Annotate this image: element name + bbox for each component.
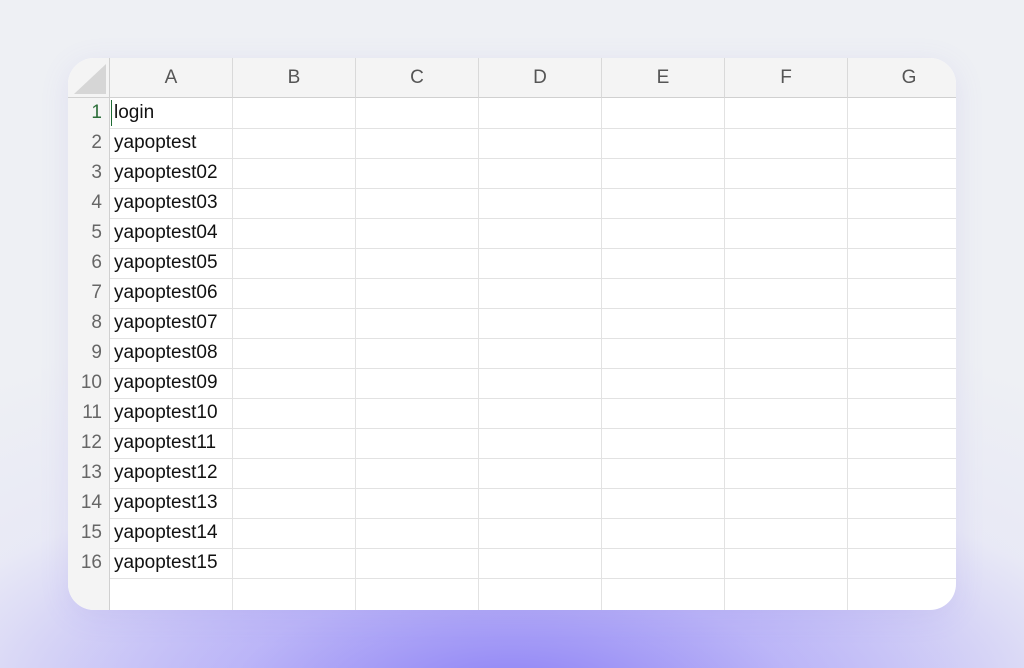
cell-a5[interactable]: yapoptest04: [110, 218, 233, 248]
text-cursor: [111, 100, 112, 126]
row-header-1[interactable]: 1: [68, 98, 110, 128]
grid-line: [601, 98, 602, 610]
cell-a12[interactable]: yapoptest11: [110, 428, 233, 458]
grid-line: [110, 428, 956, 429]
row-header-6[interactable]: 6: [68, 248, 110, 278]
grid-line: [110, 548, 956, 549]
grid-line: [110, 368, 956, 369]
column-header-f[interactable]: F: [725, 58, 848, 98]
column-header-c[interactable]: C: [356, 58, 479, 98]
grid-line: [110, 518, 956, 519]
row-header-9[interactable]: 9: [68, 338, 110, 368]
cell-a10[interactable]: yapoptest09: [110, 368, 233, 398]
grid-line: [110, 128, 956, 129]
row-header-7[interactable]: 7: [68, 278, 110, 308]
grid-line: [110, 218, 956, 219]
cell-a15[interactable]: yapoptest14: [110, 518, 233, 548]
row-header-16[interactable]: 16: [68, 548, 110, 578]
grid-line: [110, 308, 956, 309]
grid-line: [110, 578, 956, 579]
row-header-4[interactable]: 4: [68, 188, 110, 218]
cell-a16[interactable]: yapoptest15: [110, 548, 233, 578]
row-header-5[interactable]: 5: [68, 218, 110, 248]
grid-line: [724, 98, 725, 610]
grid-line: [847, 98, 848, 610]
grid-line: [110, 458, 956, 459]
column-header-e[interactable]: E: [602, 58, 725, 98]
row-header-12[interactable]: 12: [68, 428, 110, 458]
cell-a9[interactable]: yapoptest08: [110, 338, 233, 368]
row-header-2[interactable]: 2: [68, 128, 110, 158]
grid-line: [110, 278, 956, 279]
row-header-11[interactable]: 11: [68, 398, 110, 428]
row-header-15[interactable]: 15: [68, 518, 110, 548]
row-header-13[interactable]: 13: [68, 458, 110, 488]
cell-a4[interactable]: yapoptest03: [110, 188, 233, 218]
grid-line: [478, 98, 479, 610]
select-all-corner[interactable]: [68, 58, 110, 98]
row-header-10[interactable]: 10: [68, 368, 110, 398]
cell-a8[interactable]: yapoptest07: [110, 308, 233, 338]
row-header-8[interactable]: 8: [68, 308, 110, 338]
column-header-g[interactable]: G: [848, 58, 956, 98]
cell-a14[interactable]: yapoptest13: [110, 488, 233, 518]
cell-a3[interactable]: yapoptest02: [110, 158, 233, 188]
cell-a2[interactable]: yapoptest: [110, 128, 233, 158]
grid-line: [110, 188, 956, 189]
cell-a7[interactable]: yapoptest06: [110, 278, 233, 308]
column-header-a[interactable]: A: [110, 58, 233, 98]
cell-a6[interactable]: yapoptest05: [110, 248, 233, 278]
cell-a1[interactable]: login: [110, 98, 233, 128]
row-header-3[interactable]: 3: [68, 158, 110, 188]
grid-line: [110, 248, 956, 249]
select-all-triangle-icon: [74, 64, 106, 94]
grid-line: [355, 98, 356, 610]
grid-line: [110, 488, 956, 489]
cell-a11[interactable]: yapoptest10: [110, 398, 233, 428]
row-header-column: 1 2 3 4 5 6 7 8 9 10 11 12 13 14 15 16: [68, 98, 110, 610]
grid-line: [110, 338, 956, 339]
grid-line: [110, 158, 956, 159]
spreadsheet-card: A B C D E F G 1 2 3 4 5 6 7 8 9 10 11 12…: [68, 58, 956, 610]
column-header-b[interactable]: B: [233, 58, 356, 98]
cell-a13[interactable]: yapoptest12: [110, 458, 233, 488]
column-header-d[interactable]: D: [479, 58, 602, 98]
grid-line: [110, 398, 956, 399]
row-header-14[interactable]: 14: [68, 488, 110, 518]
